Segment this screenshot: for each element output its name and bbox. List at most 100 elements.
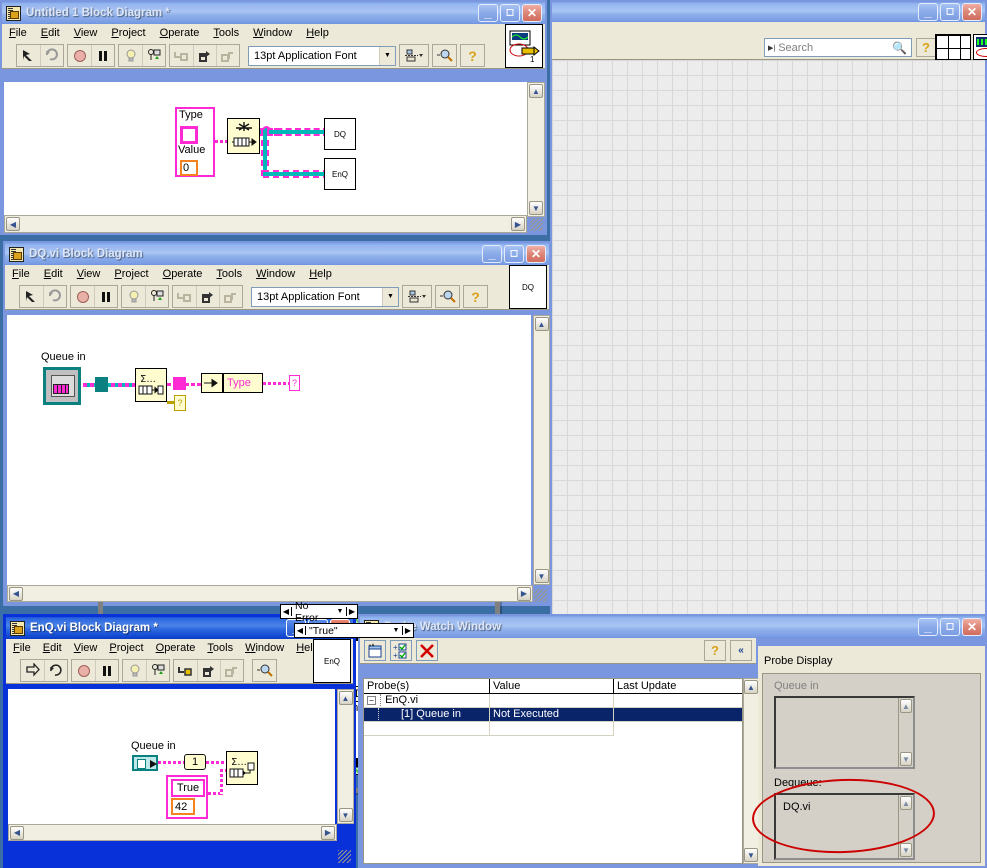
collapse-panel-icon[interactable]: « (730, 640, 752, 661)
case-selector-terminal[interactable]: ? (289, 375, 300, 391)
scroll-down-icon[interactable]: ▼ (900, 843, 912, 857)
menu-edit[interactable]: Edit (44, 268, 63, 280)
help-icon[interactable]: ? (461, 45, 484, 66)
dq-block-diagram-window[interactable]: DQ.vi Block Diagram _ ◻ ✕ File Edit View… (3, 241, 551, 606)
untitled-block-diagram-window[interactable]: Untitled 1 Block Diagram * _ ◻ ✕ File Ed… (0, 0, 547, 235)
enq-vi-badge[interactable]: EnQ (313, 639, 351, 683)
help-icon[interactable]: ? (704, 640, 726, 661)
background-window-titlebar[interactable]: _ ◻ ✕ (552, 2, 985, 22)
step-into-icon[interactable] (174, 660, 197, 681)
maximize-button[interactable]: ◻ (504, 245, 524, 263)
scroll-down-icon[interactable]: ▼ (535, 569, 549, 583)
error-case-selector[interactable]: ◀ No Error ▼ ▶ (280, 604, 358, 619)
step-out-icon[interactable] (219, 286, 242, 307)
untitled-diagram-canvas[interactable]: Type Value 0 (4, 82, 527, 217)
menu-window[interactable]: Window (245, 642, 284, 654)
align-objects-icon[interactable] (403, 286, 431, 307)
step-into-icon[interactable] (170, 45, 193, 66)
enq-wire-to-enqueue[interactable] (206, 761, 226, 764)
select-all-probes-icon[interactable]: + + (390, 640, 412, 661)
retain-wire-values-icon[interactable] (142, 45, 165, 66)
menu-project[interactable]: Project (109, 642, 143, 654)
step-into-icon[interactable] (173, 286, 196, 307)
chevron-down-icon[interactable]: ▼ (390, 627, 402, 634)
scroll-down-icon[interactable]: ▼ (529, 201, 543, 215)
dequeue-listbox[interactable]: DQ.vi ▲ ▼ (774, 793, 915, 860)
dq-horizontal-scrollbar[interactable]: ◀ ▶ (7, 585, 533, 602)
boolean-constant[interactable] (180, 126, 198, 144)
highlight-execution-icon[interactable] (123, 660, 146, 681)
dq-menubar[interactable]: File Edit View Project Operate Tools Win… (5, 265, 549, 284)
vi-icon-thumbnail[interactable] (973, 34, 987, 60)
step-out-icon[interactable] (220, 660, 243, 681)
unbundle-type-field[interactable]: Type (223, 373, 263, 393)
font-selector[interactable]: 13pt Application Font ▼ (251, 287, 399, 307)
step-over-icon[interactable] (196, 286, 219, 307)
scroll-up-icon[interactable]: ▲ (339, 691, 353, 705)
menu-view[interactable]: View (74, 642, 98, 654)
last-update-cell[interactable] (614, 694, 742, 708)
menu-operate[interactable]: Operate (160, 27, 200, 39)
untitled-menubar[interactable]: File Edit View Project Operate Tools Win… (2, 24, 545, 43)
wire-cluster-to-obtain-queue[interactable] (215, 140, 227, 143)
last-update-cell[interactable] (614, 708, 742, 722)
queue-in-listbox[interactable]: ▲ ▼ (774, 696, 915, 769)
run-icon[interactable] (17, 45, 40, 66)
error-cluster-terminal[interactable]: ? (174, 395, 186, 411)
run-continuously-icon[interactable] (43, 286, 66, 307)
menu-project[interactable]: Project (111, 27, 145, 39)
minimize-button[interactable]: _ (482, 245, 502, 263)
table-row-empty[interactable] (364, 722, 742, 736)
close-button[interactable]: ✕ (962, 618, 982, 636)
scroll-down-icon[interactable]: ▼ (744, 848, 758, 862)
cluster-constant[interactable]: Type Value 0 (175, 107, 215, 177)
numeric-constant[interactable]: 0 (180, 160, 198, 176)
queue-in-scrollbar[interactable]: ▲ ▼ (898, 698, 913, 767)
dq-titlebar[interactable]: DQ.vi Block Diagram _ ◻ ✕ (5, 243, 549, 265)
enq-value-constant[interactable]: 42 (171, 798, 195, 815)
scroll-right-icon[interactable]: ▶ (517, 587, 531, 601)
minimize-button[interactable]: _ (918, 618, 938, 636)
enq-boolean-constant[interactable]: True (171, 779, 205, 797)
dq-vi-badge[interactable]: DQ (509, 265, 547, 309)
menu-tools[interactable]: Tools (213, 27, 239, 39)
dq-diagram-canvas[interactable]: Queue in Queue in Queue in Σ... (7, 315, 531, 585)
scroll-up-icon[interactable]: ▲ (900, 699, 912, 713)
case-next-icon[interactable]: ▶ (346, 607, 357, 616)
enq-menubar[interactable]: File Edit View Project Operate Tools Win… (6, 639, 353, 658)
scroll-up-icon[interactable]: ▲ (744, 680, 758, 694)
value-cell[interactable]: Not Executed (490, 708, 614, 722)
enq-cluster-constant[interactable]: True 42 (166, 775, 208, 819)
queue-in-terminal[interactable] (43, 367, 81, 405)
enq-toolbar[interactable] (6, 658, 353, 684)
menu-help[interactable]: Help (306, 27, 329, 39)
pause-icon[interactable] (94, 286, 117, 307)
scroll-up-icon[interactable]: ▲ (535, 317, 549, 331)
table-row[interactable]: − EnQ.vi (364, 694, 742, 708)
scroll-down-icon[interactable]: ▼ (900, 752, 912, 766)
untitled-vertical-scrollbar[interactable]: ▲ ▼ (527, 82, 545, 217)
maximize-button[interactable]: ◻ (500, 4, 520, 22)
run-continuously-icon[interactable] (44, 660, 67, 681)
boolean-case-selector[interactable]: ◀ "True" ▼ ▶ (294, 623, 414, 638)
abort-icon[interactable] (71, 286, 94, 307)
probe-table[interactable]: Probe(s) Value Last Update − EnQ.vi [1] … (363, 678, 743, 864)
step-over-icon[interactable] (193, 45, 216, 66)
close-button[interactable]: ✕ (522, 4, 542, 22)
palette-grid-icon[interactable] (935, 34, 971, 60)
menu-file[interactable]: File (9, 27, 27, 39)
font-selector[interactable]: 13pt Application Font ▼ (248, 46, 396, 66)
dequeue-scrollbar[interactable]: ▲ ▼ (898, 795, 913, 858)
menu-tools[interactable]: Tools (216, 268, 242, 280)
search-icon[interactable] (433, 45, 456, 66)
wire-queue-in[interactable] (83, 383, 136, 387)
case-prev-icon[interactable]: ◀ (281, 607, 292, 616)
enq-numeric-constant[interactable]: 1 (184, 754, 206, 770)
dequeue-element-node[interactable]: Σ... (135, 368, 167, 402)
enq-wire-cluster-vertical[interactable] (220, 769, 223, 795)
menu-window[interactable]: Window (256, 268, 295, 280)
subvi-dq[interactable]: DQ (324, 118, 356, 150)
wire-type-to-case[interactable] (263, 382, 291, 385)
enq-queue-in-terminal[interactable] (132, 755, 158, 771)
menu-operate[interactable]: Operate (156, 642, 196, 654)
